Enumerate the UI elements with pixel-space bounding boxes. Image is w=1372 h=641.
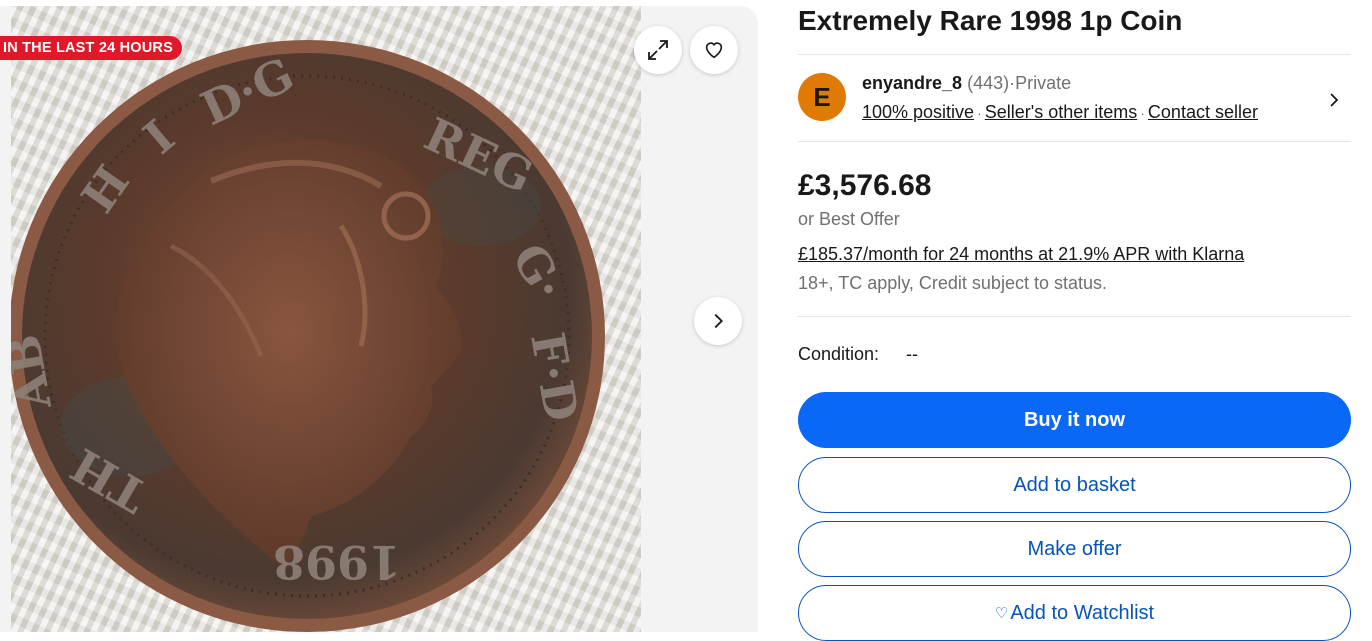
watch-heart-button[interactable] bbox=[690, 26, 738, 74]
next-image-button[interactable] bbox=[694, 297, 742, 345]
recent-badge: IN THE LAST 24 HOURS bbox=[0, 36, 182, 60]
expand-button[interactable] bbox=[634, 26, 682, 74]
divider bbox=[798, 316, 1351, 317]
seller-other-items-link[interactable]: Seller's other items bbox=[985, 102, 1138, 122]
price: £3,576.68 bbox=[798, 169, 932, 202]
condition-label: Condition: bbox=[798, 344, 880, 364]
buy-it-now-button[interactable]: Buy it now bbox=[798, 392, 1351, 448]
listing-title: Extremely Rare 1998 1p Coin bbox=[798, 5, 1183, 36]
condition-value: -- bbox=[906, 344, 918, 364]
listing-panel: Extremely Rare 1998 1p Coin E enyandre_8… bbox=[798, 0, 1351, 641]
add-to-basket-button[interactable]: Add to basket bbox=[798, 457, 1351, 513]
expand-icon bbox=[648, 40, 668, 60]
feedback-count: (443) bbox=[967, 73, 1010, 93]
heart-icon bbox=[705, 42, 723, 59]
coin-illustration: H I D·G REG G· F·D AB 1998 TH bbox=[11, 40, 605, 632]
separator-dot: · bbox=[977, 105, 982, 121]
divider bbox=[798, 141, 1351, 142]
separator-dot: · bbox=[1140, 105, 1145, 121]
svg-text:1998: 1998 bbox=[273, 535, 401, 589]
seller-info: enyandre_8 (443)·Private bbox=[862, 73, 1071, 94]
contact-seller-link[interactable]: Contact seller bbox=[1148, 102, 1258, 122]
seller-name[interactable]: enyandre_8 bbox=[862, 73, 962, 93]
add-to-watchlist-button[interactable]: ♡ Add to Watchlist bbox=[798, 585, 1351, 641]
chevron-right-icon bbox=[714, 313, 723, 329]
seller-card[interactable]: E enyandre_8 (443)·Private 100% positive… bbox=[798, 55, 1351, 141]
seller-links: 100% positive · Seller's other items · Conta… bbox=[862, 102, 1258, 123]
seller-avatar[interactable]: E bbox=[798, 73, 846, 121]
seller-type: Private bbox=[1015, 73, 1072, 93]
positive-feedback-link[interactable]: 100% positive bbox=[862, 102, 974, 122]
heart-icon: ♡ bbox=[994, 605, 1009, 622]
coin-photo[interactable]: H I D·G REG G· F·D AB 1998 TH bbox=[11, 6, 641, 632]
chevron-right-icon[interactable] bbox=[1325, 91, 1343, 109]
make-offer-button[interactable]: Make offer bbox=[798, 521, 1351, 577]
best-offer-text: or Best Offer bbox=[798, 209, 900, 229]
finance-terms: 18+, TC apply, Credit subject to status. bbox=[798, 273, 1107, 293]
klarna-financing-link[interactable]: £185.37/month for 24 months at 21.9% APR… bbox=[798, 244, 1244, 265]
image-gallery: H I D·G REG G· F·D AB 1998 TH IN THE LAS… bbox=[0, 6, 758, 632]
watchlist-label: Add to Watchlist bbox=[1010, 601, 1155, 624]
